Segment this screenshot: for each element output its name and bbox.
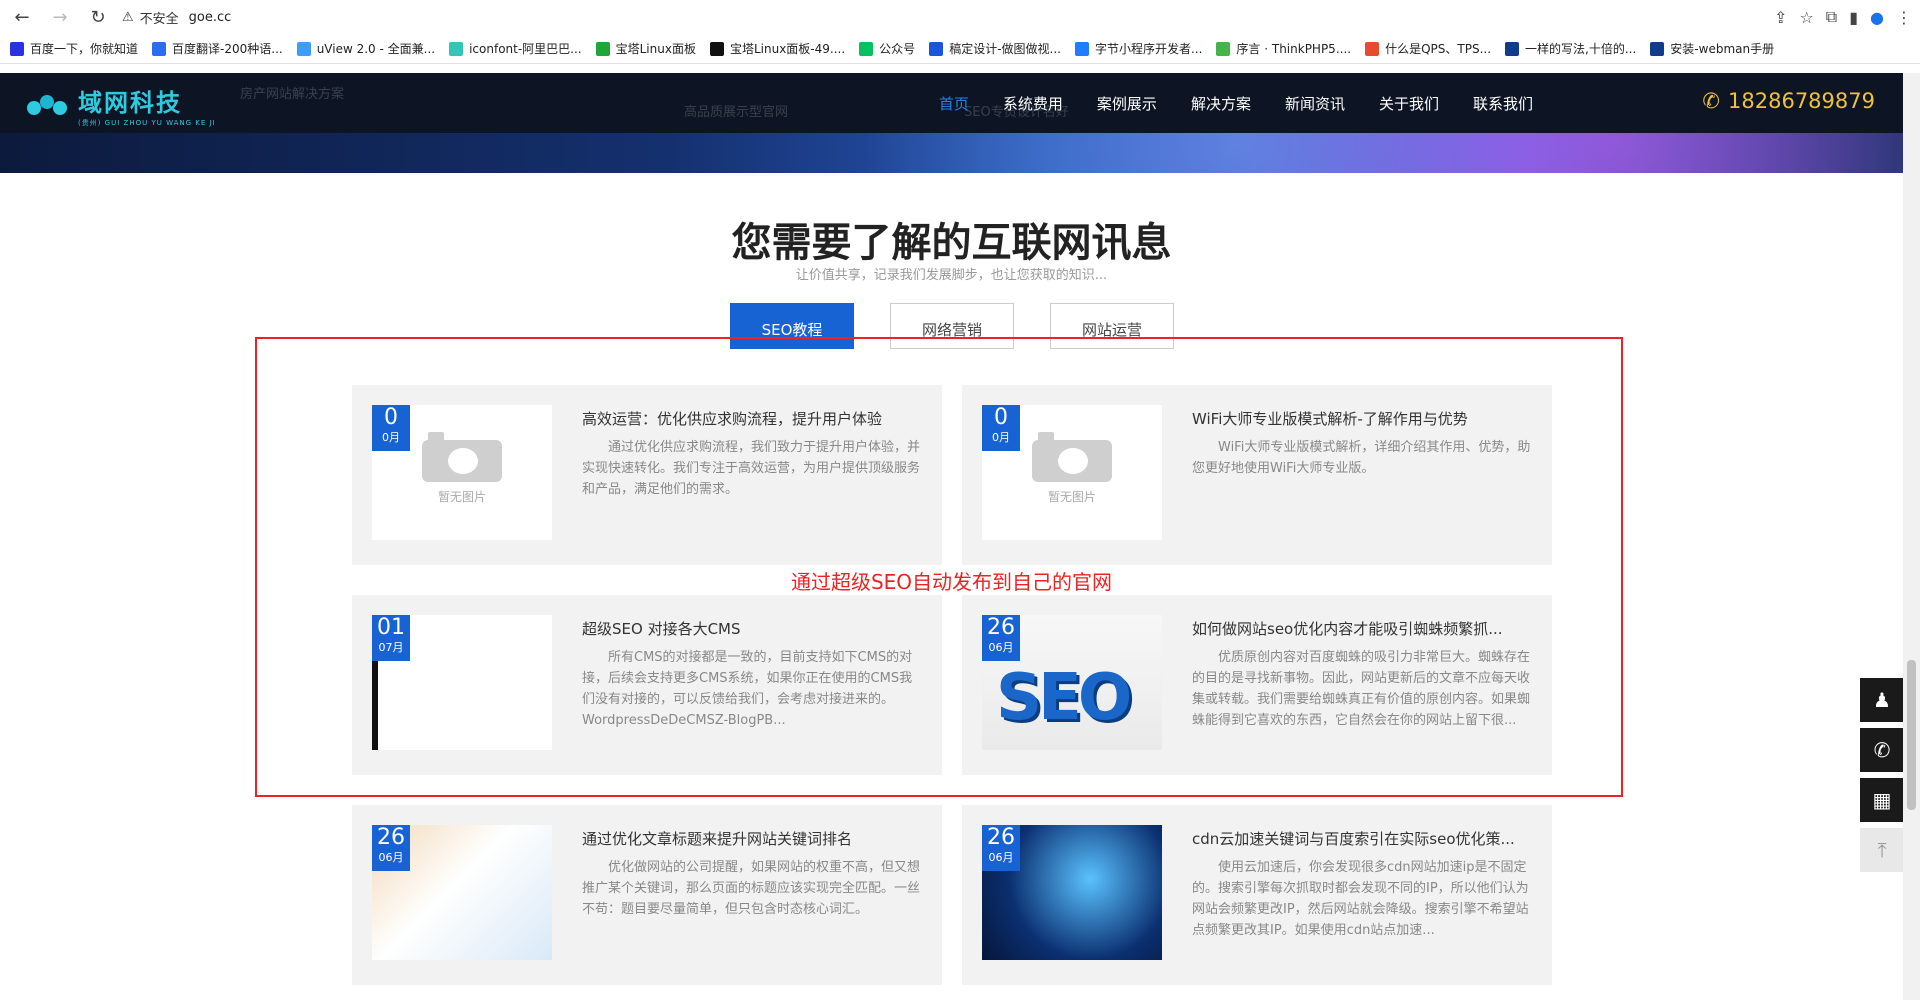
ghost-text: 房产网站解决方案 (240, 87, 345, 102)
bookmark-favicon-icon (152, 41, 167, 56)
article-title[interactable]: 通过优化文章标题来提升网站关键词排名 (582, 828, 922, 849)
bookmark-item[interactable]: 一样的写法,十倍的... (1505, 40, 1636, 57)
bookmark-item[interactable]: 安装-webman手册 (1650, 40, 1774, 57)
date-badge: 01 07月 (372, 615, 410, 661)
bookmark-favicon-icon (1365, 41, 1380, 56)
nav-item[interactable]: 关于我们 (1379, 93, 1439, 114)
qq-icon: ♟ (1873, 688, 1891, 712)
bookmark-item[interactable]: 宝塔Linux面板 (595, 40, 696, 57)
date-badge: 26 06月 (982, 825, 1020, 871)
qrcode-button[interactable]: ▦ (1860, 778, 1904, 822)
logo-name: 域网科技 (78, 89, 182, 117)
nav-item[interactable]: 新闻资讯 (1285, 93, 1345, 114)
nav-item[interactable]: 系统费用 (1003, 93, 1063, 114)
article-summary: 优化做网站的公司提醒，如果网站的权重不高，但又想推广某个关键词，那么页面的标题应… (582, 860, 921, 917)
article-thumbnail[interactable]: 26 06月 (982, 825, 1162, 960)
date-badge: 26 06月 (372, 825, 410, 871)
main-nav: 首页 系统费用 案例展示 解决方案 新闻资讯 关于我们 联系我们 (939, 73, 1533, 133)
section-title: 您需要了解的互联网讯息 (731, 220, 1172, 266)
article-card[interactable]: 26 06月 cdn云加速关键词与百度索引在实际seo优化策... 使用云加速后，… (962, 805, 1552, 985)
bookmark-item[interactable]: 百度一下，你就知道 (10, 40, 138, 57)
nav-item[interactable]: 首页 (939, 93, 969, 114)
side-float-bar: ♟ ✆ ▦ ⤒ (1860, 678, 1904, 878)
arrow-up-icon: ⤒ (1877, 838, 1887, 862)
bookmark-favicon-icon (449, 41, 464, 56)
bookmark-item[interactable]: 稿定设计-做图做视... (929, 40, 1061, 57)
logo-mark-icon (27, 94, 67, 115)
bookmark-favicon-icon (10, 41, 24, 56)
bookmark-item[interactable]: 公众号 (859, 40, 915, 57)
banner-image (0, 133, 1903, 173)
phone-icon: ✆ (1702, 89, 1721, 113)
back-to-top-button[interactable]: ⤒ (1860, 828, 1904, 872)
nav-item[interactable]: 案例展示 (1097, 93, 1157, 114)
profile-icon[interactable]: ● (1870, 8, 1884, 27)
bookmarks-bar: 百度一下，你就知道 百度翻译-200种语... uView 2.0 - 全面兼...… (0, 34, 1920, 64)
bookmark-item[interactable]: 百度翻译-200种语... (152, 40, 283, 57)
share-icon[interactable]: ⇪ (1774, 8, 1787, 27)
bookmark-favicon-icon (1074, 41, 1089, 56)
reload-icon[interactable]: ↻ (84, 3, 112, 31)
article-title[interactable]: cdn云加速关键词与百度索引在实际seo优化策... (1192, 828, 1532, 849)
qrcode-icon: ▦ (1872, 788, 1892, 812)
bookmark-item[interactable]: 字节小程序开发者... (1074, 40, 1202, 57)
url-text: goe.cc (188, 9, 232, 25)
bookmark-item[interactable]: 宝塔Linux面板-49.... (709, 40, 845, 57)
bookmark-favicon-icon (929, 41, 944, 56)
bookmark-favicon-icon (859, 41, 874, 56)
date-badge: 0 0月 (982, 405, 1020, 451)
article-thumbnail[interactable]: 26 06月 (372, 825, 552, 960)
annotation-note: 通过超级SEO自动发布到自己的官网 (790, 570, 1113, 594)
nav-item[interactable]: 解决方案 (1191, 93, 1251, 114)
phone-button[interactable]: ✆ (1860, 728, 1904, 772)
article-summary: 使用云加速后，你会发现很多cdn网站加速ip是不固定的。搜索引擎每次抓取时都会发… (1192, 860, 1529, 938)
bookmark-favicon-icon (296, 41, 311, 56)
back-icon[interactable]: ← (8, 3, 36, 31)
bookmark-favicon-icon (1216, 41, 1231, 56)
security-indicator[interactable]: ⚠ 不安全 (122, 8, 179, 27)
date-badge: 26 06月 (982, 615, 1020, 661)
sidepanel-icon[interactable]: ▮ (1849, 8, 1858, 27)
warning-icon: ⚠ (122, 9, 134, 25)
browser-actions: ⇪ ☆ ⧉ ▮ ● ⋮ (1774, 7, 1912, 27)
bookmark-star-icon[interactable]: ☆ (1799, 8, 1813, 27)
site-header: 域网科技 (贵州) GUI ZHOU YU WANG KE JI 房产网站解决方… (0, 73, 1903, 133)
section-subtitle: 让价值共享，记录我们发展脚步，也让您获取的知识... (795, 268, 1108, 283)
bookmark-favicon-icon (595, 41, 610, 56)
menu-icon[interactable]: ⋮ (1896, 8, 1912, 27)
phone-icon: ✆ (1873, 738, 1891, 762)
logo-subtitle: (贵州) GUI ZHOU YU WANG KE JI (78, 119, 216, 127)
page-scrollbar[interactable] (1903, 73, 1920, 1000)
bookmark-favicon-icon (1650, 41, 1665, 56)
address-bar[interactable]: ⚠ 不安全 goe.cc (122, 3, 1764, 31)
hotline-number: 18286789879 (1728, 89, 1875, 113)
article-card[interactable]: 26 06月 通过优化文章标题来提升网站关键词排名 优化做网站的公司提醒，如果网站… (352, 805, 942, 985)
nav-item[interactable]: 联系我们 (1473, 93, 1533, 114)
browser-toolbar: ← → ↻ ⚠ 不安全 goe.cc ⇪ ☆ ⧉ ▮ ● ⋮ (0, 0, 1920, 34)
bookmark-item[interactable]: 什么是QPS、TPS... (1365, 40, 1491, 57)
site-logo[interactable]: 域网科技 (贵州) GUI ZHOU YU WANG KE JI (24, 83, 216, 128)
hotline[interactable]: ✆ 18286789879 (1702, 89, 1875, 113)
bookmark-item[interactable]: iconfont-阿里巴巴... (449, 40, 582, 57)
ghost-text: 高品质展示型官网 (684, 105, 789, 120)
bookmark-favicon-icon (1505, 41, 1520, 56)
qq-button[interactable]: ♟ (1860, 678, 1904, 722)
forward-icon[interactable]: → (46, 3, 74, 31)
extensions-icon[interactable]: ⧉ (1826, 7, 1837, 27)
bookmark-favicon-icon (709, 41, 724, 56)
bookmark-item[interactable]: uView 2.0 - 全面兼... (296, 40, 435, 57)
scroll-thumb[interactable] (1907, 660, 1916, 810)
date-badge: 0 0月 (372, 405, 410, 451)
bookmark-item[interactable]: 序言 · ThinkPHP5.... (1216, 40, 1351, 57)
